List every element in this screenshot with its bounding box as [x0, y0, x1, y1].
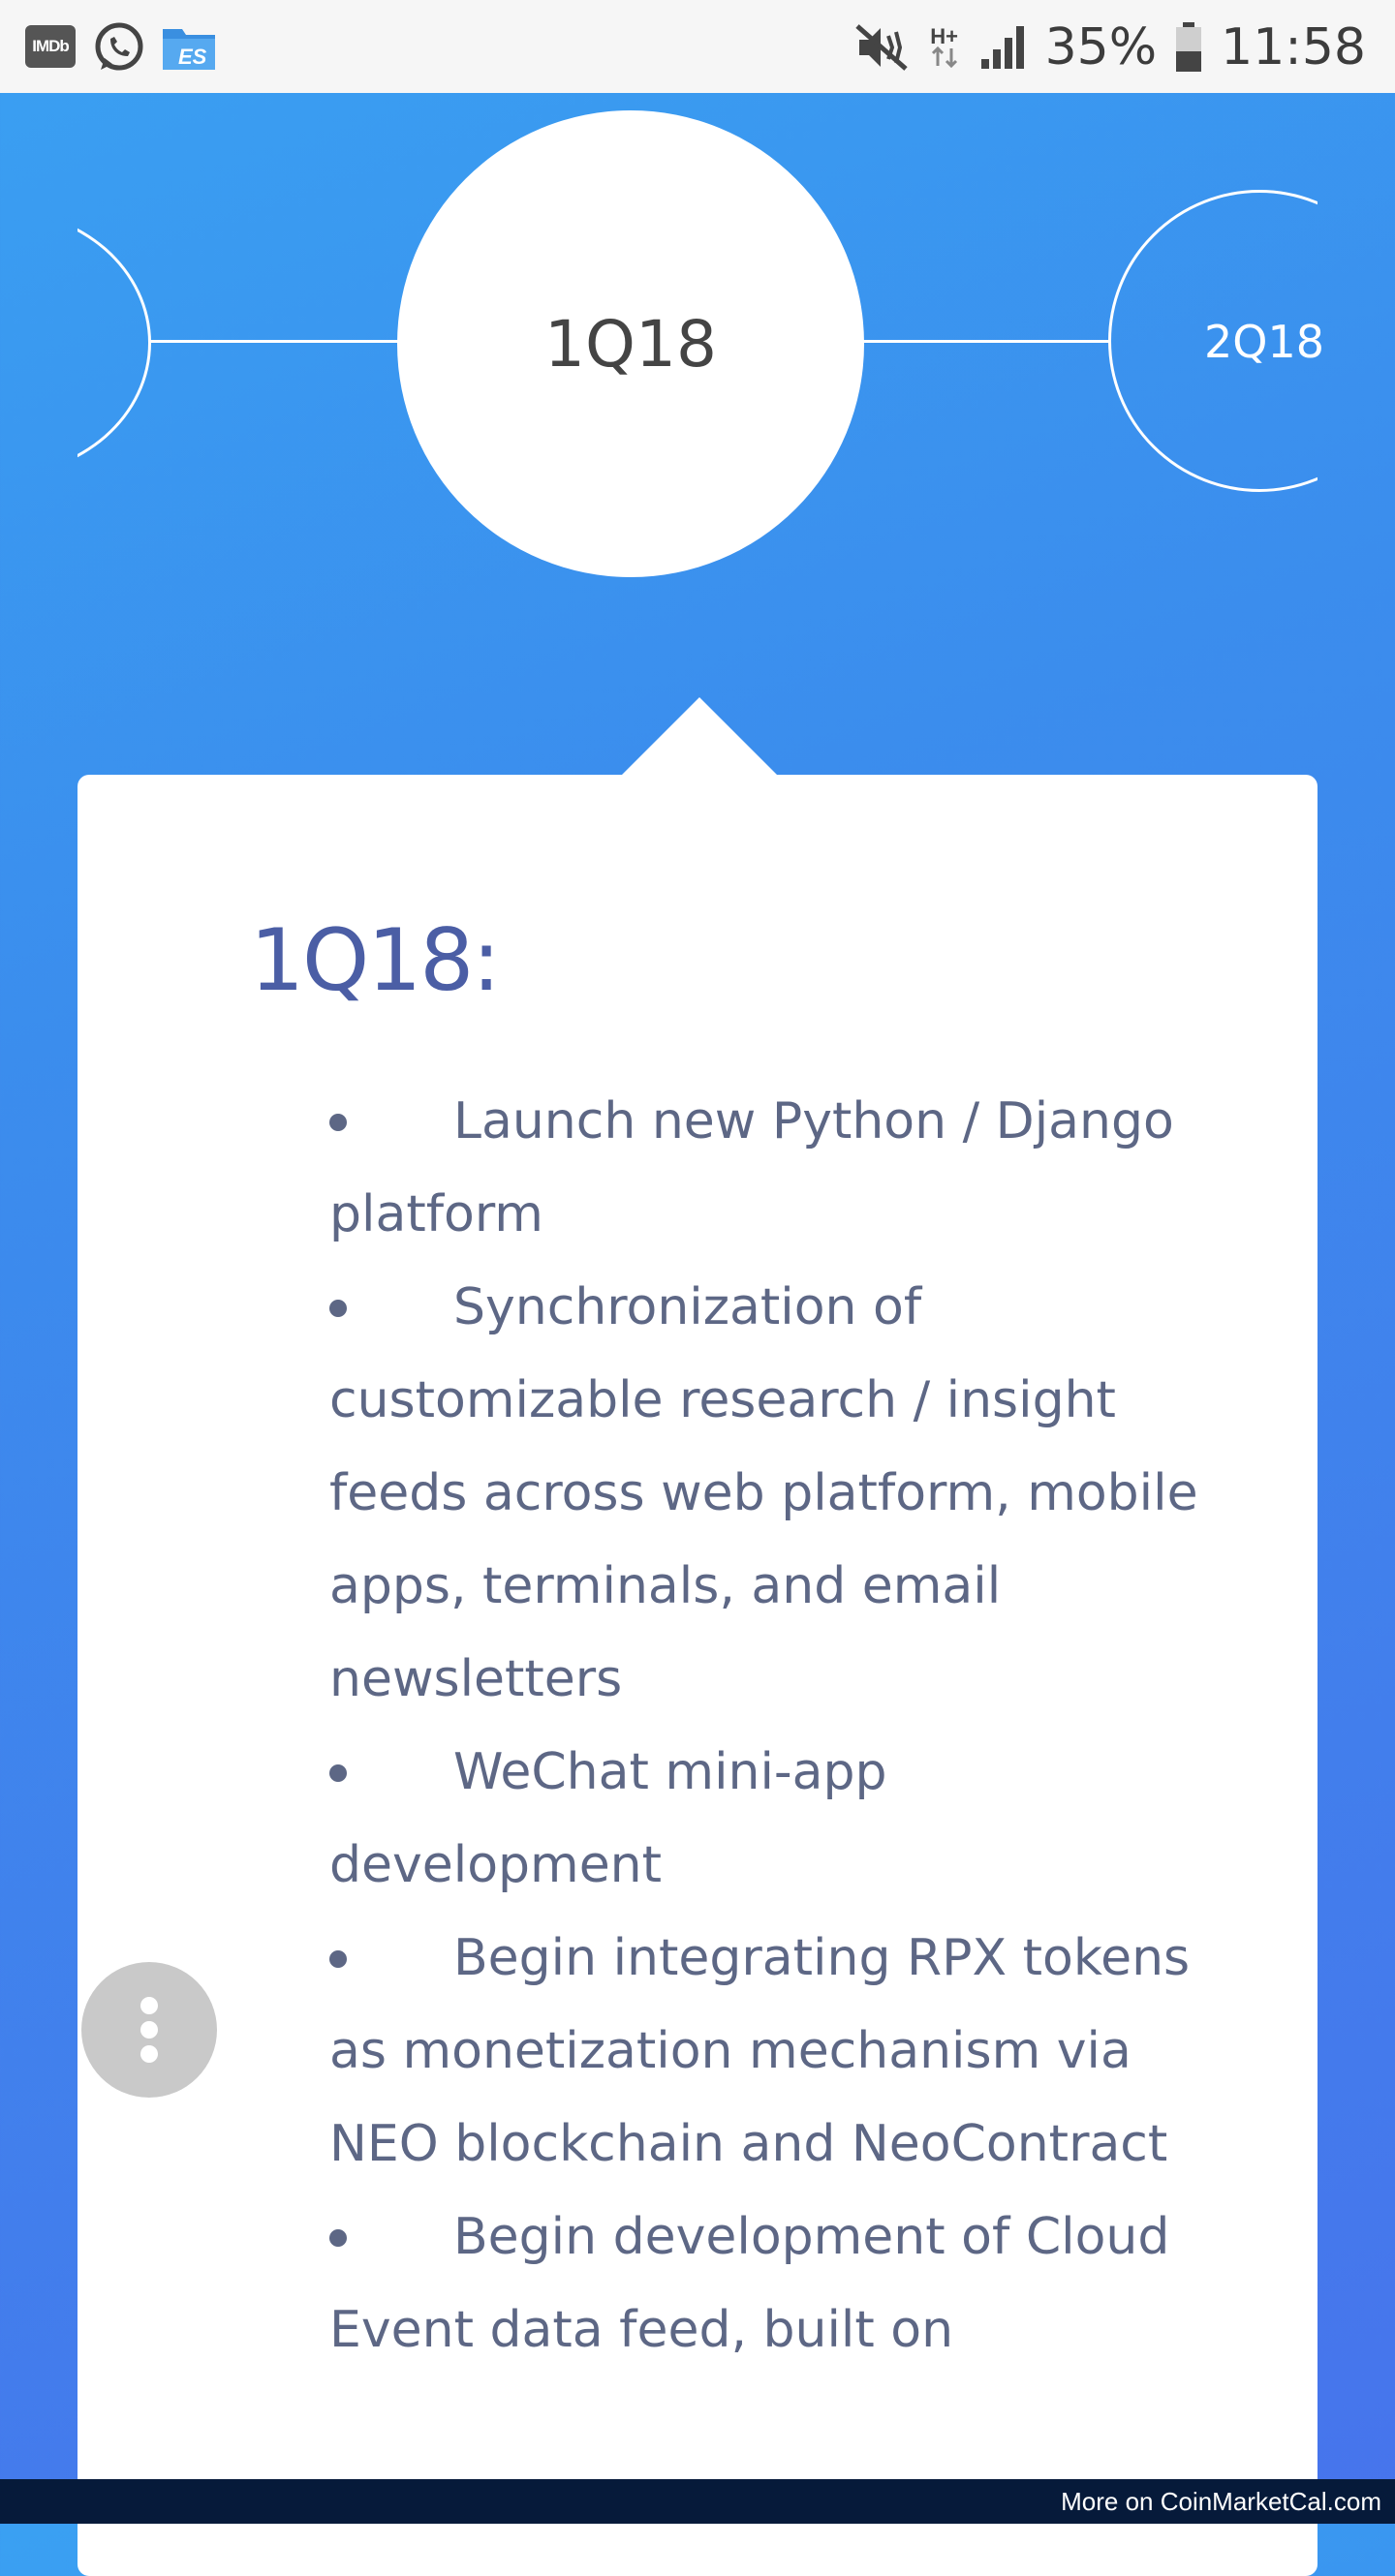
data-arrows-icon	[931, 46, 957, 68]
more-dot	[140, 1997, 158, 2014]
card-title: 1Q18:	[250, 910, 501, 1010]
roadmap-card: 1Q18: Launch new Python / Django platfor…	[78, 775, 1318, 2576]
timeline-node-previous[interactable]	[78, 209, 155, 476]
milestone-list: Launch new Python / Django platform Sync…	[329, 1075, 1201, 2377]
timeline-connector-right	[860, 340, 1110, 343]
network-type: H+	[930, 24, 958, 48]
card-pointer	[620, 697, 779, 777]
list-item: Synchronization of customizable research…	[329, 1261, 1201, 1726]
current-quarter-label: 1Q18	[544, 306, 717, 382]
network-icon: H+	[927, 24, 962, 68]
signal-icon	[980, 26, 1024, 69]
battery-icon	[1176, 22, 1202, 72]
previous-node-circle	[78, 209, 151, 476]
footer-link[interactable]: More on CoinMarketCal.com	[1061, 2487, 1381, 2516]
es-file-explorer-icon: ES	[163, 29, 215, 70]
more-dot	[140, 2021, 158, 2039]
imdb-icon: IMDb	[25, 25, 76, 68]
more-options-button[interactable]	[81, 1962, 217, 2098]
coinmarketcal-footer[interactable]: More on CoinMarketCal.com	[0, 2479, 1395, 2524]
timeline-node-current[interactable]: 1Q18	[397, 110, 864, 577]
mute-vibrate-icon	[854, 24, 908, 71]
svg-text:ES: ES	[178, 45, 207, 69]
roadmap-timeline: 1Q18 2Q18	[0, 93, 1395, 674]
clock: 11:58	[1221, 18, 1366, 77]
status-bar: IMDb ES H+ 35% 11:58	[0, 0, 1395, 93]
list-item: Launch new Python / Django platform	[329, 1075, 1201, 1261]
whatsapp-icon	[95, 22, 143, 71]
more-dot	[140, 2045, 158, 2063]
timeline-connector-left	[150, 340, 402, 343]
list-item: Begin development of Cloud Event data fe…	[329, 2191, 1201, 2377]
list-item: WeChat mini-app development	[329, 1726, 1201, 1912]
next-quarter-label[interactable]: 2Q18	[1204, 316, 1324, 368]
list-item: Begin integrating RPX tokens as monetiza…	[329, 1912, 1201, 2191]
battery-percent: 35%	[1044, 18, 1158, 77]
imdb-icon-label: IMDb	[32, 37, 70, 55]
